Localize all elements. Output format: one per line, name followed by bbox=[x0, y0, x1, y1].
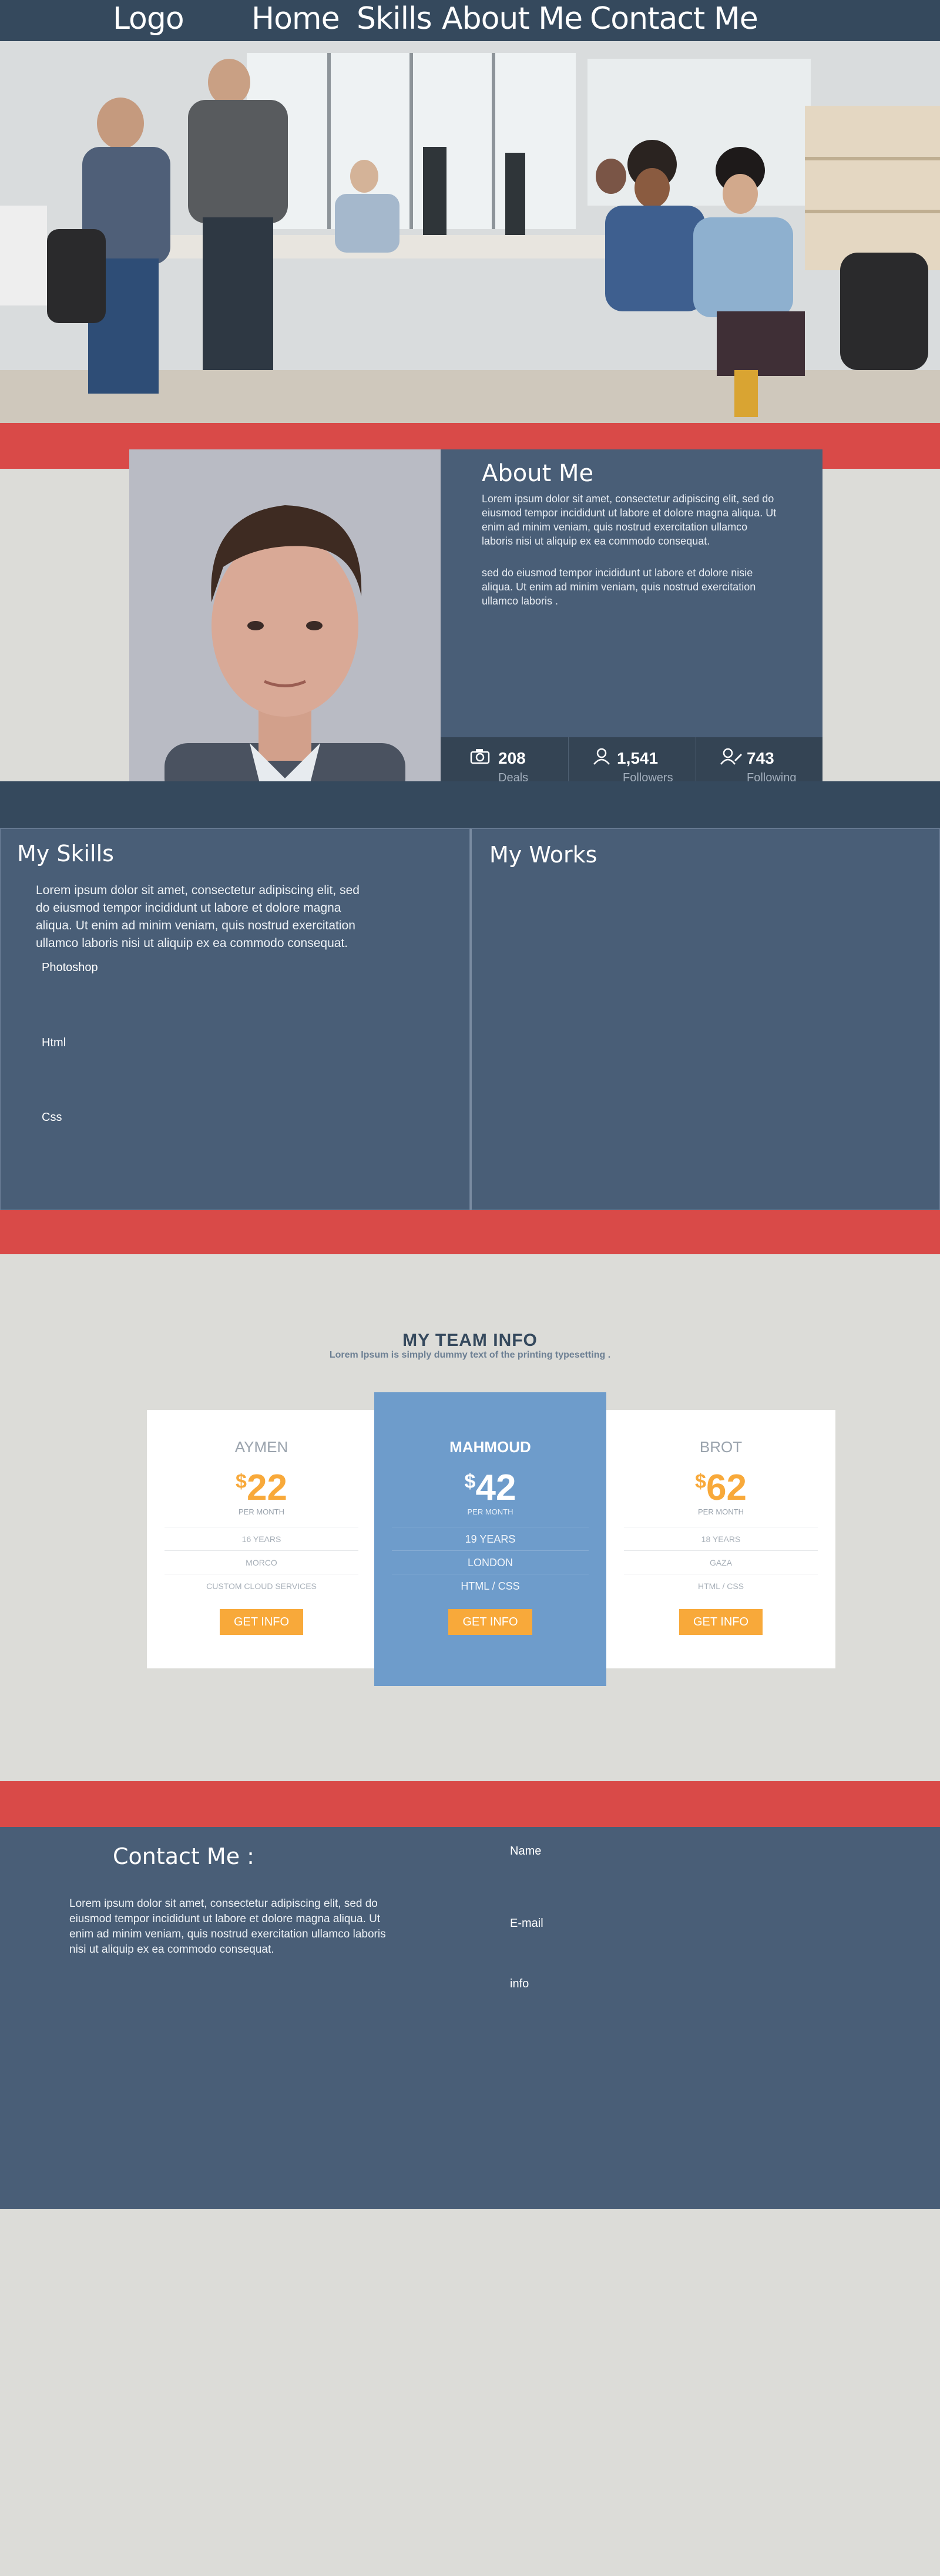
member-price: $62 bbox=[606, 1462, 835, 1507]
price-value: 22 bbox=[246, 1467, 287, 1508]
info-field-label[interactable]: info bbox=[510, 1977, 529, 1991]
works-title: My Works bbox=[489, 842, 597, 868]
member-row: LONDON bbox=[392, 1550, 589, 1574]
accent-band bbox=[0, 1781, 940, 1827]
user-icon bbox=[593, 748, 610, 765]
about-paragraph-1: Lorem ipsum dolor sit amet, consectetur … bbox=[482, 493, 777, 547]
member-price: $42 bbox=[374, 1462, 606, 1507]
member-row: 18 YEARS bbox=[624, 1527, 818, 1550]
stat-value: 743 bbox=[747, 749, 774, 767]
get-info-button[interactable]: GET INFO bbox=[679, 1609, 763, 1635]
member-name: BROT bbox=[699, 1438, 743, 1456]
nav-link-skills[interactable]: Skills bbox=[357, 1, 432, 36]
get-info-button[interactable]: GET INFO bbox=[219, 1609, 304, 1635]
skills-column: My Skills Lorem ipsum dolor sit amet, co… bbox=[0, 828, 470, 1210]
currency-symbol: $ bbox=[464, 1470, 476, 1493]
top-nav: Logo Home Skills About Me Contact Me bbox=[0, 0, 940, 41]
nav-logo[interactable]: Logo bbox=[113, 1, 184, 36]
price-period: PER MONTH bbox=[698, 1507, 744, 1516]
member-row: 19 YEARS bbox=[392, 1527, 589, 1550]
camera-icon bbox=[470, 749, 490, 764]
team-card-aymen: AYMEN $22 PER MONTH 16 YEARS MORCO CUSTO… bbox=[147, 1410, 376, 1668]
skills-works-section: My Skills Lorem ipsum dolor sit amet, co… bbox=[0, 828, 940, 1210]
name-field-label[interactable]: Name bbox=[510, 1845, 541, 1858]
member-price: $22 bbox=[147, 1462, 376, 1507]
contact-title: Contact Me : bbox=[113, 1843, 254, 1869]
currency-symbol: $ bbox=[236, 1470, 247, 1493]
stat-value: 208 bbox=[498, 749, 526, 767]
price-period: PER MONTH bbox=[239, 1507, 284, 1516]
about-title: About Me bbox=[482, 460, 594, 487]
currency-symbol: $ bbox=[695, 1470, 706, 1493]
team-subtitle: Lorem Ipsum is simply dummy text of the … bbox=[329, 1350, 611, 1360]
about-panel: About Me Lorem ipsum dolor sit amet, con… bbox=[441, 449, 822, 737]
contact-section: Contact Me : Lorem ipsum dolor sit amet,… bbox=[0, 1827, 940, 2209]
user-edit-icon bbox=[720, 748, 743, 765]
member-row: HTML / CSS bbox=[624, 1574, 818, 1597]
skill-item: Photoshop bbox=[42, 961, 98, 974]
member-row: HTML / CSS bbox=[392, 1574, 589, 1597]
nav-link-about[interactable]: About Me bbox=[442, 1, 583, 36]
price-value: 62 bbox=[706, 1467, 747, 1508]
contact-description: Lorem ipsum dolor sit amet, consectetur … bbox=[69, 1897, 386, 1956]
team-card-mahmoud: MAHMOUD $42 PER MONTH 19 YEARS LONDON HT… bbox=[374, 1392, 606, 1686]
member-name: MAHMOUD bbox=[449, 1438, 531, 1456]
skills-title: My Skills bbox=[17, 841, 114, 866]
works-column: My Works bbox=[470, 828, 940, 1210]
member-row: GAZA bbox=[624, 1550, 818, 1574]
member-row: MORCO bbox=[164, 1550, 358, 1574]
get-info-button[interactable]: GET INFO bbox=[448, 1609, 532, 1635]
nav-link-home[interactable]: Home bbox=[251, 1, 340, 36]
about-paragraph-2: sed do eiusmod tempor incididunt ut labo… bbox=[482, 567, 756, 607]
price-value: 42 bbox=[475, 1467, 516, 1508]
stat-value: 1,541 bbox=[617, 749, 659, 767]
email-field-label[interactable]: E-mail bbox=[510, 1917, 543, 1930]
team-title: MY TEAM INFO bbox=[402, 1331, 538, 1350]
hero-image bbox=[0, 41, 940, 423]
price-period: PER MONTH bbox=[467, 1507, 513, 1516]
member-row: 16 YEARS bbox=[164, 1527, 358, 1550]
profile-photo bbox=[129, 449, 441, 802]
skills-description: Lorem ipsum dolor sit amet, consectetur … bbox=[36, 884, 360, 950]
skill-item: Css bbox=[42, 1111, 62, 1124]
member-name: AYMEN bbox=[234, 1438, 288, 1456]
skill-item: Html bbox=[42, 1036, 66, 1049]
member-row: CUSTOM CLOUD SERVICES bbox=[164, 1574, 358, 1597]
about-card: About Me Lorem ipsum dolor sit amet, con… bbox=[129, 449, 822, 802]
team-card-brot: BROT $62 PER MONTH 18 YEARS GAZA HTML / … bbox=[606, 1410, 835, 1668]
section-divider bbox=[0, 781, 940, 828]
accent-band bbox=[0, 1210, 940, 1254]
nav-link-contact[interactable]: Contact Me bbox=[590, 1, 758, 36]
